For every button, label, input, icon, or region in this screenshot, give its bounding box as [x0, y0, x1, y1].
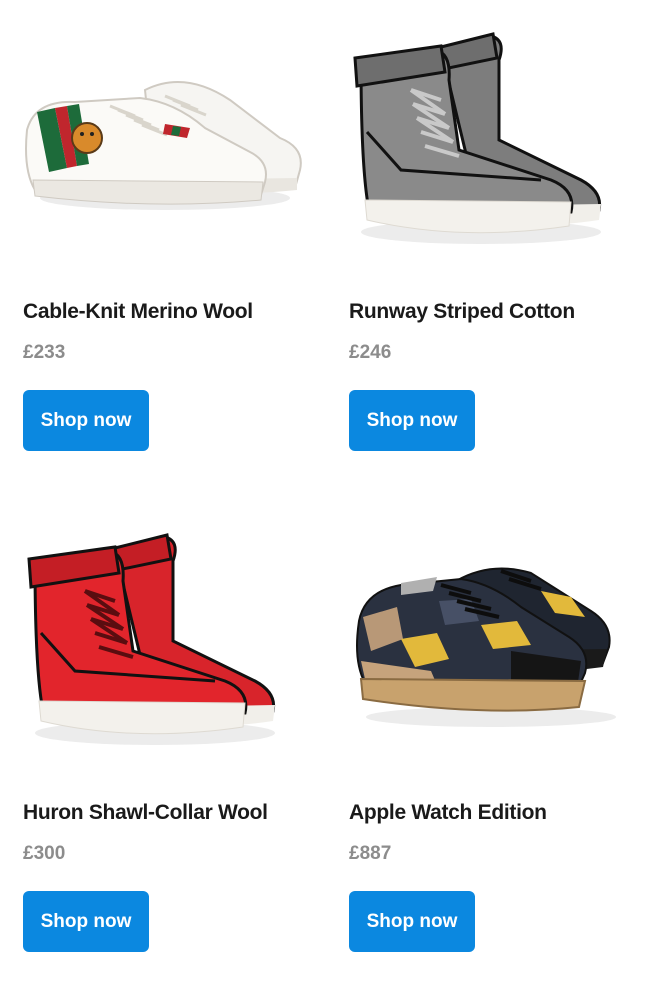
shop-now-button[interactable]: Shop now — [349, 891, 475, 952]
product-name[interactable]: Apple Watch Edition — [349, 801, 547, 825]
shop-now-button[interactable]: Shop now — [349, 390, 475, 451]
white-low-top-sneaker-image[interactable] — [15, 20, 305, 260]
shop-now-button[interactable]: Shop now — [23, 390, 149, 451]
product-name[interactable]: Cable-Knit Merino Wool — [23, 300, 253, 324]
product-name[interactable]: Runway Striped Cotton — [349, 300, 575, 324]
product-price: £887 — [349, 843, 392, 864]
shop-now-button[interactable]: Shop now — [23, 891, 149, 952]
product-price: £233 — [23, 342, 66, 363]
grey-high-top-sneaker-image[interactable] — [341, 20, 631, 260]
product-price: £246 — [349, 342, 392, 363]
product-name[interactable]: Huron Shawl-Collar Wool — [23, 801, 268, 825]
product-grid: Cable-Knit Merino Wool £233 Shop now Run… — [0, 0, 650, 984]
camo-sneaker-image[interactable] — [341, 521, 631, 761]
red-high-top-sneaker-image[interactable] — [15, 521, 305, 761]
product-price: £300 — [23, 843, 66, 864]
